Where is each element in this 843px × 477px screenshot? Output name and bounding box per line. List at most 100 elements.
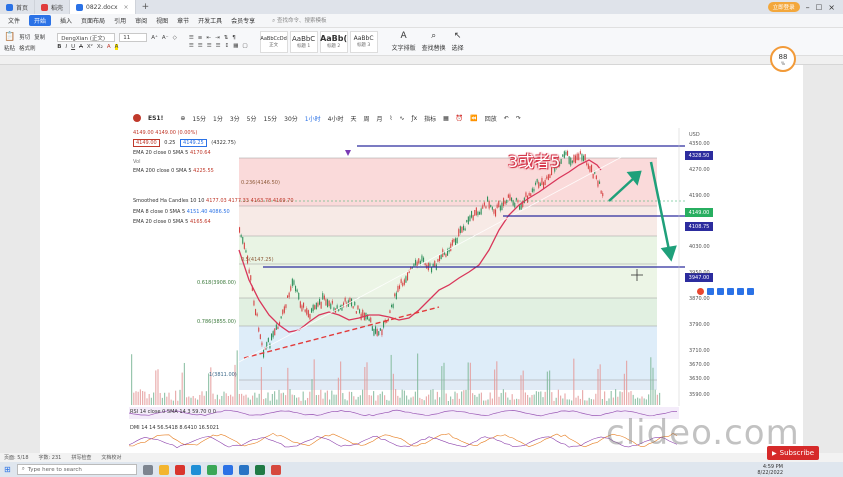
sell-price-box[interactable]: 4149.00 <box>133 139 160 147</box>
volume-bar <box>494 369 496 405</box>
indent-icon[interactable]: ⇥ <box>215 35 220 41</box>
volume-bar <box>542 397 544 405</box>
menu-home[interactable]: 开始 <box>29 15 52 26</box>
currency-label[interactable]: USD <box>689 132 700 138</box>
menu-developer[interactable]: 开发工具 <box>198 16 222 25</box>
shading-icon[interactable]: ▦ <box>233 43 238 49</box>
menu-insert[interactable]: 插入 <box>60 16 72 25</box>
underline-icon[interactable]: U <box>71 44 75 50</box>
volume-bar <box>469 362 471 405</box>
cut-button[interactable]: 剪切 <box>19 33 30 41</box>
paste-button[interactable]: 粘贴 <box>4 44 15 52</box>
explorer-icon[interactable] <box>158 464 169 475</box>
align-left-icon[interactable]: ☰ <box>189 43 194 49</box>
spell-check[interactable]: 拼写检查 <box>71 454 91 461</box>
style-heading-2[interactable]: AaBb( 标题 2 <box>319 30 348 53</box>
menu-file[interactable]: 文件 <box>8 16 20 25</box>
horizontal-ruler[interactable] <box>0 56 843 65</box>
windows-start-icon[interactable]: ⊞ <box>4 465 11 474</box>
numbering-icon[interactable]: ≡ <box>198 35 203 41</box>
ema200-value: 4225.55 <box>193 168 214 174</box>
shrink-font-icon[interactable]: A⁻ <box>162 35 169 41</box>
style-heading-1[interactable]: AaBbC 标题 1 <box>289 30 318 53</box>
wps-taskbar-icon[interactable] <box>174 464 185 475</box>
paste-icon[interactable]: 📋 <box>4 32 15 42</box>
app-icon-9[interactable] <box>270 464 281 475</box>
more-icon[interactable] <box>747 287 754 295</box>
minimize-icon[interactable]: – <box>806 3 810 12</box>
word-count[interactable]: 字数: 231 <box>39 454 62 461</box>
font-size-select[interactable]: 11 <box>119 33 148 42</box>
justify-icon[interactable]: ☰ <box>216 43 221 49</box>
close-tab-icon[interactable]: × <box>124 4 129 11</box>
command-search[interactable]: ⌕ 查找命令、搜索模板 <box>272 16 326 25</box>
volume-bar <box>150 397 152 405</box>
volume-bar <box>302 391 304 405</box>
ribbon-toolbar: 📋 剪切 复制 粘贴 格式刷 DengXian (正文) 11 A⁺ A⁻ ◇ … <box>0 28 843 56</box>
tab-document[interactable]: 0822.docx × <box>70 0 136 14</box>
tab-home[interactable]: 首页 <box>0 0 36 14</box>
ema8-v2: 4086.50 <box>209 209 230 215</box>
align-right-icon[interactable]: ☰ <box>207 43 212 49</box>
bullets-icon[interactable]: ☰ <box>189 35 194 41</box>
line-spacing-icon[interactable]: ↕ <box>225 43 230 49</box>
superscript-icon[interactable]: X² <box>87 44 93 50</box>
edge-icon[interactable] <box>190 464 201 475</box>
text-layout-button[interactable]: A 文字排版 <box>392 31 416 52</box>
show-marks-icon[interactable]: ¶ <box>232 35 236 41</box>
document-page[interactable]: ES1! ⊕ 15分 1分 3分 5分 15分 30分 1小时 4小时 天 周 … <box>40 65 803 453</box>
bold-icon[interactable]: B <box>57 44 61 50</box>
strikethrough-icon[interactable]: A <box>79 44 83 50</box>
menu-view[interactable]: 视图 <box>156 16 168 25</box>
wrap-icon[interactable] <box>727 287 734 295</box>
find-replace-button[interactable]: ⌕ 查找替换 <box>422 31 446 52</box>
font-color-icon[interactable]: A <box>107 44 111 50</box>
copy-button[interactable]: 复制 <box>34 33 45 41</box>
new-tab-button[interactable]: + <box>136 2 156 12</box>
taskbar-search[interactable]: ⌕ Type here to search <box>16 464 137 475</box>
volume-bar <box>331 390 333 405</box>
task-view-icon[interactable] <box>142 464 153 475</box>
style-normal[interactable]: AaBbCcDd 正文 <box>259 30 288 53</box>
system-clock[interactable]: 4:59 PM 8/22/2022 <box>757 464 843 476</box>
store-icon[interactable] <box>222 464 233 475</box>
login-button[interactable]: 立即登录 <box>767 2 800 12</box>
volume-bar <box>472 393 474 405</box>
style-heading-3[interactable]: AaBbC 标题 3 <box>349 30 378 53</box>
maximize-icon[interactable]: □ <box>816 3 823 11</box>
font-name-select[interactable]: DengXian (正文) <box>57 33 116 42</box>
axis-tick-10: 3590.00 <box>689 392 710 398</box>
menu-review[interactable]: 审阅 <box>135 16 147 25</box>
page-count[interactable]: 页面: 5/18 <box>4 454 29 461</box>
rotate-icon[interactable] <box>717 287 724 295</box>
italic-icon[interactable]: I <box>65 44 67 50</box>
borders-icon[interactable]: ▢ <box>242 43 247 49</box>
wps-logo-icon[interactable] <box>697 287 704 295</box>
menu-layout[interactable]: 页面布局 <box>81 16 105 25</box>
close-window-icon[interactable]: × <box>828 3 835 12</box>
highlight-icon[interactable]: A <box>114 44 119 50</box>
subscribe-button[interactable]: ▶ Subscribe <box>767 446 820 460</box>
mail-icon[interactable] <box>238 464 249 475</box>
buy-price-box[interactable]: 4149.25 <box>180 139 207 147</box>
chrome-icon[interactable] <box>206 464 217 475</box>
grow-font-icon[interactable]: A⁺ <box>151 35 158 41</box>
volume-bar <box>425 396 427 405</box>
volume-bar <box>450 396 452 405</box>
clear-format-icon[interactable]: ◇ <box>173 35 177 41</box>
crop-icon[interactable] <box>707 287 714 295</box>
format-painter-button[interactable]: 格式刷 <box>19 44 36 52</box>
menu-section[interactable]: 章节 <box>177 16 189 25</box>
menu-references[interactable]: 引用 <box>114 16 126 25</box>
menu-member[interactable]: 会员专享 <box>231 16 255 25</box>
zoom-badge[interactable]: 88 % <box>770 46 796 72</box>
select-button[interactable]: ↖ 选择 <box>452 31 464 52</box>
excel-icon[interactable] <box>254 464 265 475</box>
subscript-icon[interactable]: X₂ <box>97 44 103 50</box>
doc-proof[interactable]: 文档校对 <box>101 454 121 461</box>
align-center-icon[interactable]: ☰ <box>198 43 203 49</box>
outdent-icon[interactable]: ⇤ <box>206 35 211 41</box>
sort-icon[interactable]: ⇅ <box>224 35 229 41</box>
tab-docer[interactable]: 稻壳 <box>35 0 71 14</box>
image-edit-icon[interactable] <box>737 287 744 295</box>
